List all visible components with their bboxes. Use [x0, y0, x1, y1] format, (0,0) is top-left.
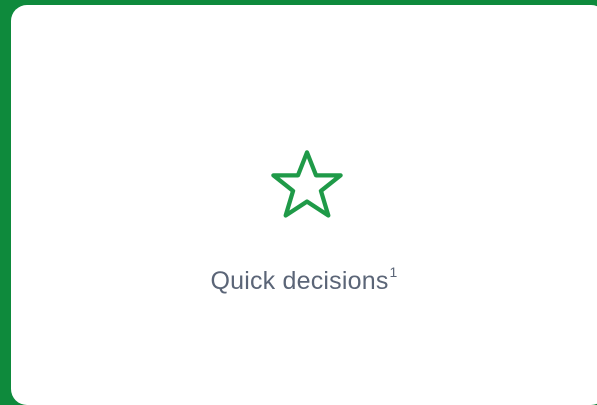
feature-label-wrap: Quick decisions1	[11, 264, 597, 298]
feature-card: Quick decisions1	[11, 5, 597, 405]
feature-card-content: Quick decisions1	[11, 5, 597, 396]
card-frame: Quick decisions1	[0, 0, 597, 405]
feature-label: Quick decisions	[210, 267, 389, 295]
footnote-marker: 1	[389, 263, 398, 280]
star-icon	[266, 145, 348, 227]
